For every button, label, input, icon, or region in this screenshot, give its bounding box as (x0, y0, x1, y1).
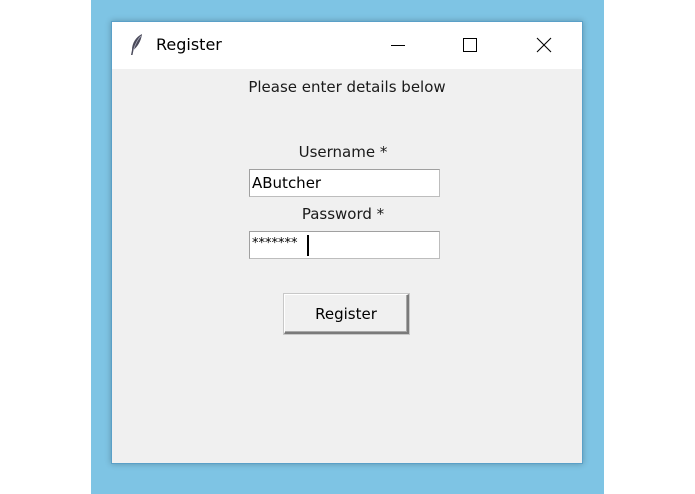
register-window: Register Please enter details below User… (111, 21, 583, 464)
window-title: Register (156, 35, 222, 54)
instruction-text: Please enter details below (248, 78, 446, 96)
username-label: Username * (298, 143, 388, 161)
password-field[interactable]: ******* (249, 231, 440, 259)
title-bar[interactable]: Register (112, 22, 582, 69)
feather-icon (128, 33, 146, 57)
password-label: Password * (301, 205, 385, 223)
minimize-button[interactable] (375, 22, 421, 69)
minimize-icon (391, 45, 405, 46)
text-caret (307, 235, 309, 256)
register-button[interactable]: Register (284, 294, 409, 334)
close-button[interactable] (521, 22, 567, 69)
maximize-icon (463, 38, 477, 52)
maximize-button[interactable] (447, 22, 493, 69)
password-masked-value: ******* (252, 236, 298, 251)
close-icon (536, 37, 552, 53)
username-field[interactable] (249, 169, 440, 197)
